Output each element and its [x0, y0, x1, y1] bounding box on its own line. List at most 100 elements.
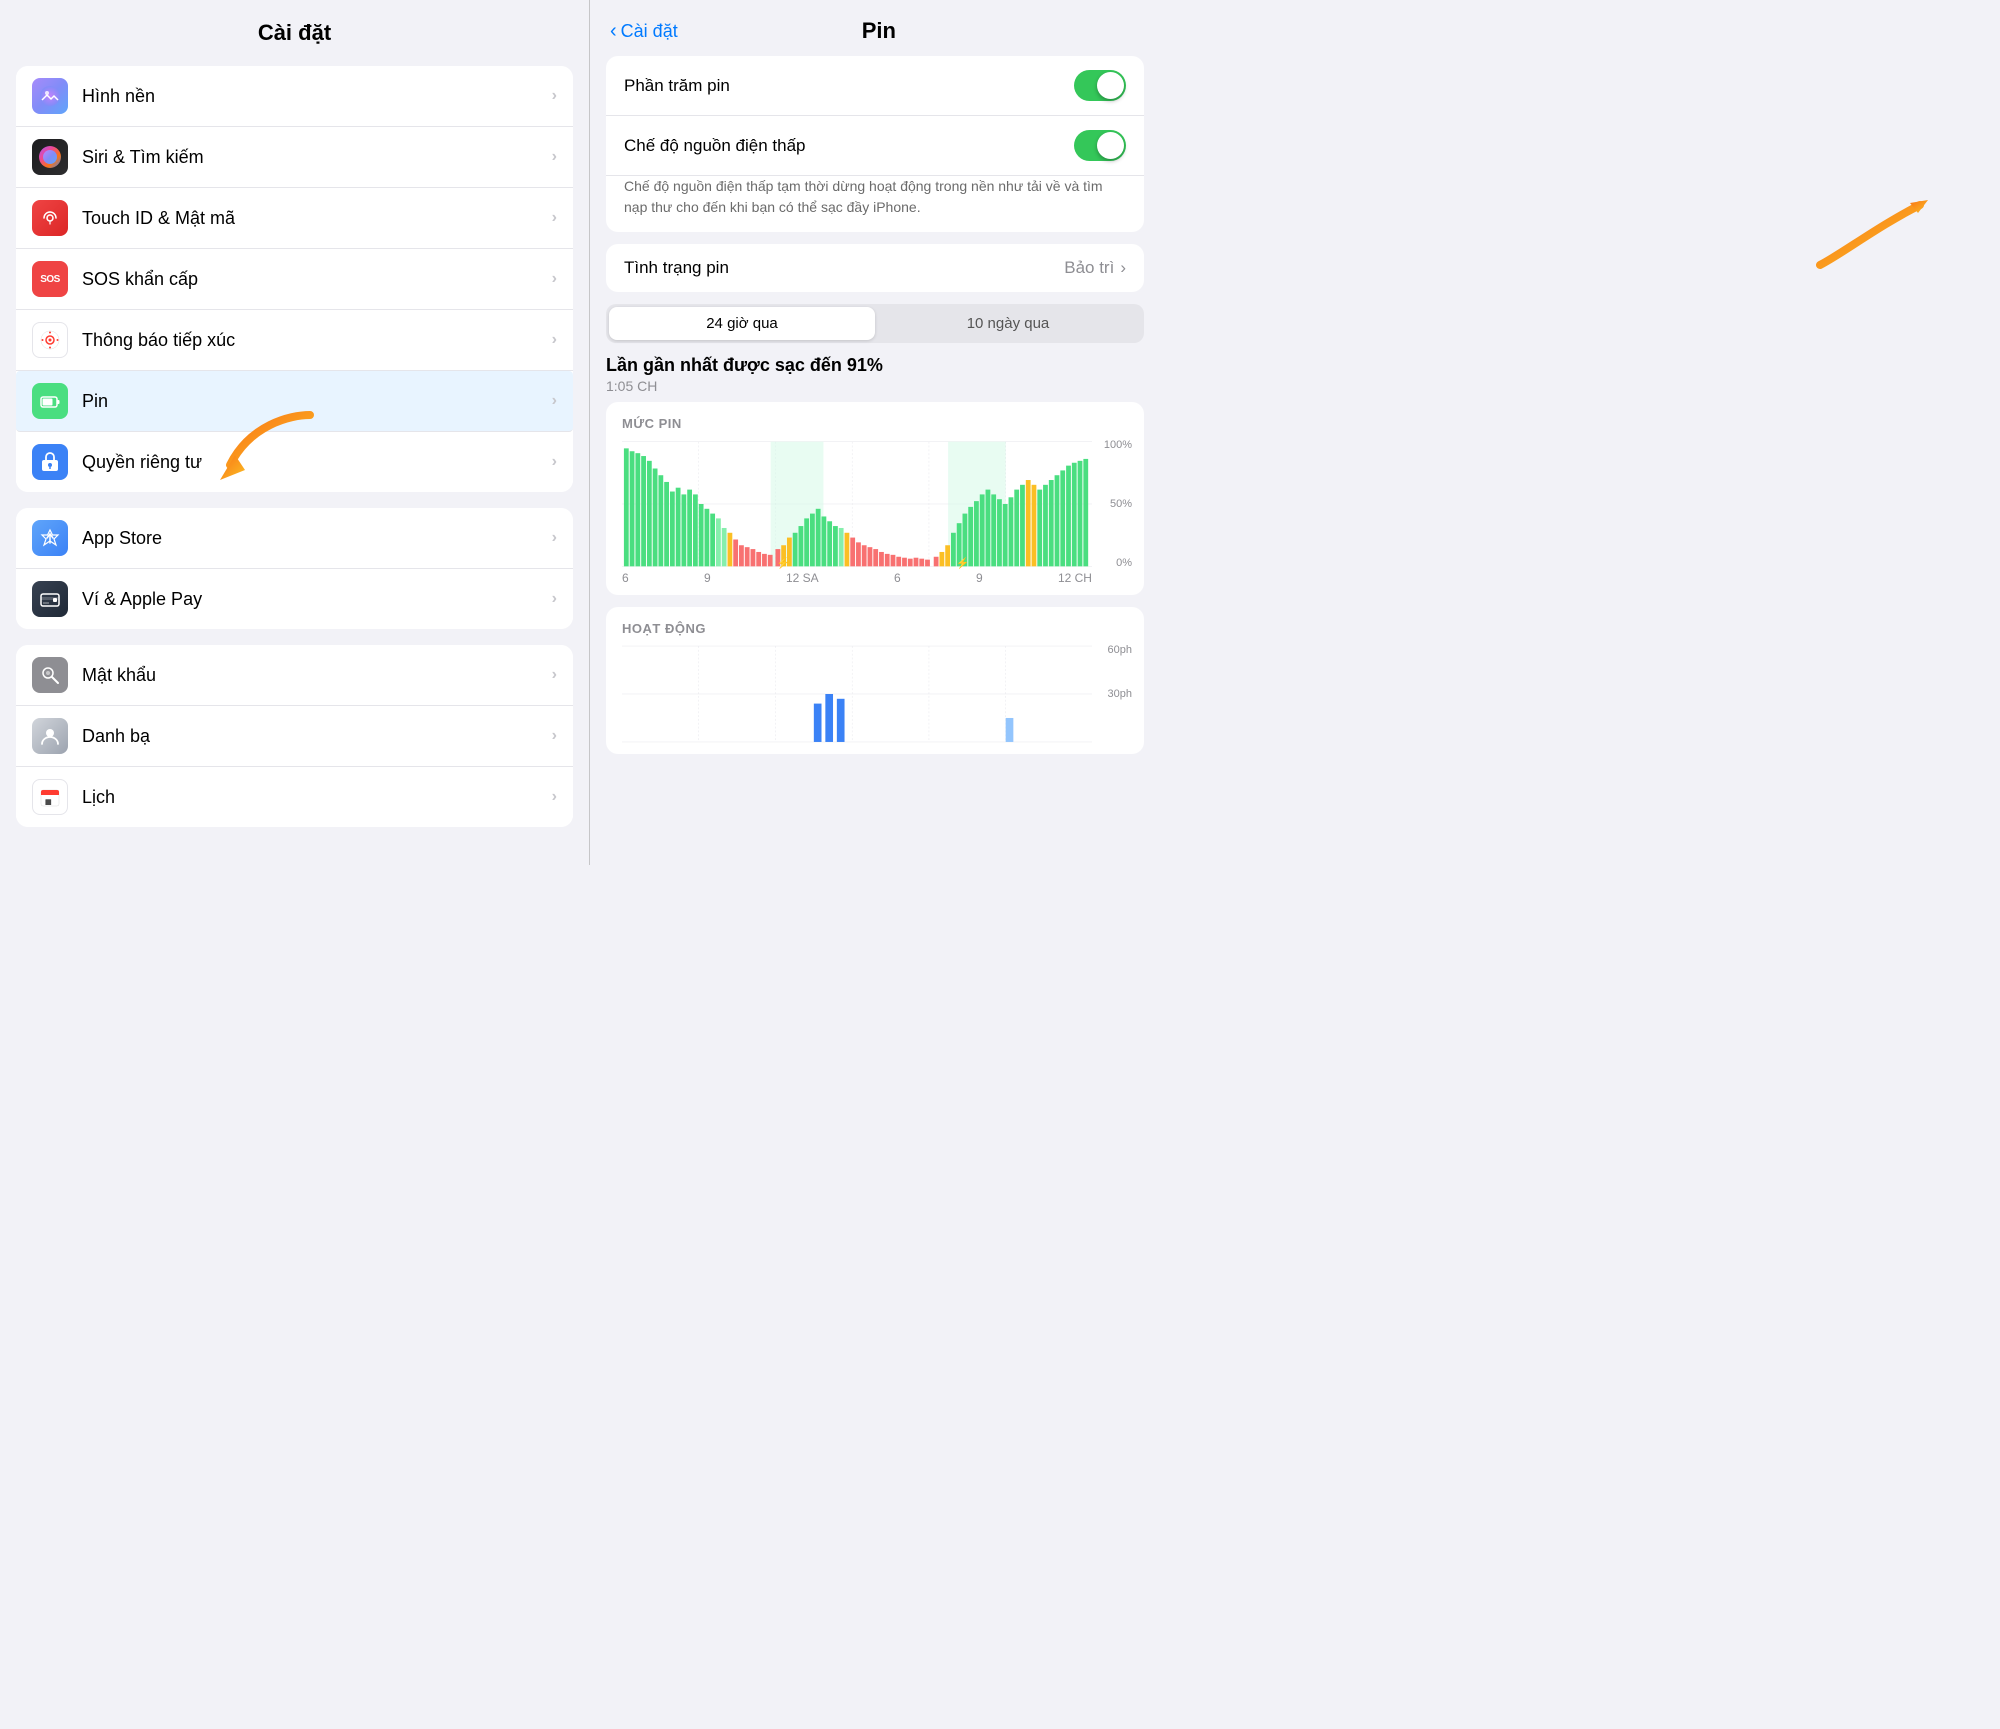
battery-status-chevron: › — [1120, 258, 1126, 278]
percent-label: Phần trăm pin — [624, 76, 730, 96]
privacy-label: Quyền riêng tư — [82, 452, 552, 473]
contacts-chevron: › — [552, 727, 557, 745]
siri-label: Siri & Tìm kiếm — [82, 147, 552, 168]
sidebar-item-privacy[interactable]: Quyền riêng tư › — [16, 432, 573, 492]
settings-group-2: App Store › Ví & Apple Pay › — [16, 508, 573, 629]
activity-chart-svg — [622, 644, 1092, 744]
passwords-chevron: › — [552, 666, 557, 684]
right-content: Phần trăm pin Chế độ nguồn điện thấp Chế… — [590, 56, 1160, 865]
x-label-6p: 6 — [894, 571, 901, 585]
appstore-label: App Store — [82, 528, 552, 549]
right-panel-title: Pin — [862, 18, 956, 44]
contact-label: Thông báo tiếp xúc — [82, 330, 552, 351]
wallpaper-icon — [32, 78, 68, 114]
battery-chevron: › — [552, 392, 557, 410]
tab-24h[interactable]: 24 giờ qua — [609, 307, 875, 340]
sidebar-item-passwords[interactable]: Mật khẩu › — [16, 645, 573, 706]
activity-y-labels: 60ph 30ph 0 — [1108, 644, 1132, 744]
left-panel-title: Cài đặt — [0, 0, 589, 58]
percent-toggle[interactable] — [1074, 70, 1126, 101]
activity-chart-container: 60ph 30ph 0 — [622, 644, 1128, 744]
back-button[interactable]: ‹ Cài đặt — [610, 20, 678, 43]
settings-group-1: Hình nền › Siri & Tìm kiếm › — [16, 66, 573, 492]
back-arrow-icon: ‹ — [610, 20, 617, 43]
calendar-icon: ▦ — [32, 779, 68, 815]
battery-status-card: Tình trạng pin Bảo trì › — [606, 244, 1144, 292]
battery-icon — [32, 383, 68, 419]
battery-charge-time: 1:05 CH — [606, 378, 1144, 394]
battery-status-value: Bảo trì — [1064, 258, 1114, 278]
sos-icon: SOS — [32, 261, 68, 297]
sos-label: SOS khẩn cấp — [82, 269, 552, 290]
contacts-icon — [32, 718, 68, 754]
sidebar-item-siri[interactable]: Siri & Tìm kiếm › — [16, 127, 573, 188]
battery-charge-title: Lần gần nhất được sạc đến 91% — [606, 355, 1144, 376]
passwords-label: Mật khẩu — [82, 665, 552, 686]
sidebar-item-sos[interactable]: SOS SOS khẩn cấp › — [16, 249, 573, 310]
sidebar-item-wallet[interactable]: Ví & Apple Pay › — [16, 569, 573, 629]
svg-text:⚡: ⚡ — [777, 556, 790, 569]
percent-toggle-knob — [1097, 72, 1124, 99]
siri-icon — [32, 139, 68, 175]
sidebar-item-appstore[interactable]: App Store › — [16, 508, 573, 569]
lowpower-label: Chế độ nguồn điện thấp — [624, 136, 806, 156]
x-label-9a: 9 — [704, 571, 711, 585]
contact-icon — [32, 322, 68, 358]
sidebar-item-battery[interactable]: Pin › — [16, 371, 573, 432]
wallet-chevron: › — [552, 590, 557, 608]
activity-y-60: 60ph — [1108, 644, 1132, 656]
sidebar-item-calendar[interactable]: ▦ Lịch › — [16, 767, 573, 827]
settings-group-3: Mật khẩu › Danh bạ › ▦ — [16, 645, 573, 827]
right-header: ‹ Cài đặt Pin — [590, 0, 1160, 56]
y-axis-labels: 100% 50% 0% — [1104, 439, 1132, 569]
lowpower-toggle[interactable] — [1074, 130, 1126, 161]
tab-10d[interactable]: 10 ngày qua — [875, 307, 1141, 340]
x-label-9p: 9 — [976, 571, 983, 585]
wallet-icon — [32, 581, 68, 617]
appstore-chevron: › — [552, 529, 557, 547]
battery-status-row: Tình trạng pin Bảo trì › — [606, 244, 1144, 292]
y-label-100: 100% — [1104, 439, 1132, 451]
touchid-chevron: › — [552, 209, 557, 227]
battery-label: Pin — [82, 391, 552, 412]
back-label: Cài đặt — [621, 21, 678, 42]
y-label-50: 50% — [1104, 498, 1132, 510]
left-panel: Cài đặt Hình nền › Siri & Tìm k — [0, 0, 590, 865]
lowpower-description: Chế độ nguồn điện thấp tạm thời dừng hoạ… — [606, 176, 1144, 232]
touchid-label: Touch ID & Mật mã — [82, 208, 552, 229]
touchid-icon — [32, 200, 68, 236]
sidebar-item-wallpaper[interactable]: Hình nền › — [16, 66, 573, 127]
lowpower-toggle-row: Chế độ nguồn điện thấp — [606, 116, 1144, 176]
battery-chart-container: 100% 50% 0% — [622, 439, 1128, 569]
battery-status-label: Tình trạng pin — [624, 258, 729, 278]
wallet-label: Ví & Apple Pay — [82, 589, 552, 610]
activity-y-30: 30ph — [1108, 688, 1132, 700]
sidebar-item-touchid[interactable]: Touch ID & Mật mã › — [16, 188, 573, 249]
calendar-label: Lịch — [82, 787, 552, 808]
svg-text:⚡: ⚡ — [956, 556, 969, 569]
battery-status-right[interactable]: Bảo trì › — [1064, 258, 1126, 278]
siri-chevron: › — [552, 148, 557, 166]
y-label-0: 0% — [1104, 557, 1132, 569]
x-label-6a: 6 — [622, 571, 629, 585]
battery-chart-svg: ⚡ ⚡ — [622, 439, 1092, 569]
sidebar-item-contacts[interactable]: Danh bạ › — [16, 706, 573, 767]
contact-chevron: › — [552, 331, 557, 349]
right-panel: ‹ Cài đặt Pin Phần trăm pin Chế độ nguồn… — [590, 0, 1160, 865]
appstore-icon — [32, 520, 68, 556]
toggle-card: Phần trăm pin Chế độ nguồn điện thấp Chế… — [606, 56, 1144, 232]
sos-chevron: › — [552, 270, 557, 288]
calendar-chevron: › — [552, 788, 557, 806]
svg-text:▦: ▦ — [45, 799, 52, 806]
lowpower-toggle-knob — [1097, 132, 1124, 159]
x-label-12sa: 12 SA — [786, 571, 819, 585]
wallpaper-chevron: › — [552, 87, 557, 105]
x-axis-labels: 6 9 12 SA 6 9 12 CH — [622, 569, 1092, 585]
sidebar-item-contact[interactable]: Thông báo tiếp xúc › — [16, 310, 573, 371]
time-tab-card: 24 giờ qua 10 ngày qua — [606, 304, 1144, 343]
contacts-label: Danh bạ — [82, 726, 552, 747]
wallpaper-label: Hình nền — [82, 86, 552, 107]
privacy-chevron: › — [552, 453, 557, 471]
battery-info: Lần gần nhất được sạc đến 91% 1:05 CH — [606, 355, 1144, 394]
x-label-12ch: 12 CH — [1058, 571, 1092, 585]
